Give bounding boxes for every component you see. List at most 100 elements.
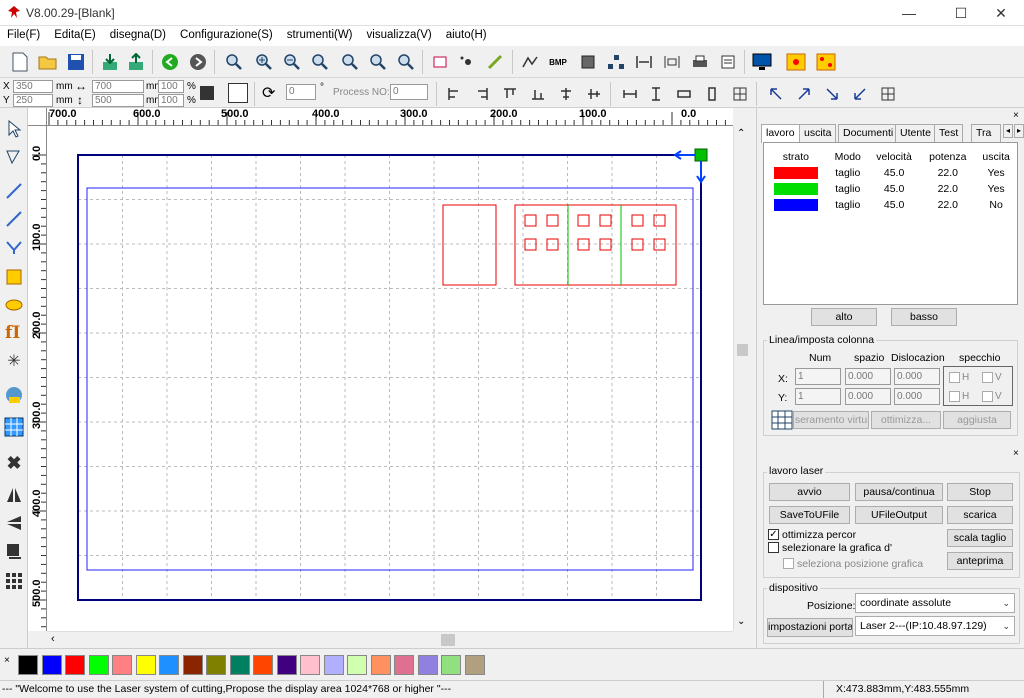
array-x-offset-field[interactable]: 0.000 bbox=[894, 368, 940, 385]
download-button[interactable]: scarica bbox=[947, 506, 1013, 524]
panel-close-icon[interactable]: × bbox=[1013, 110, 1019, 121]
grid-anchor-icon[interactable] bbox=[228, 83, 248, 103]
scroll-up-icon[interactable]: ⌃ bbox=[737, 128, 745, 139]
rotation-field[interactable]: 0 bbox=[286, 84, 316, 100]
menu-help[interactable]: aiuto(H) bbox=[439, 26, 494, 44]
scale-x-field[interactable]: 100 bbox=[158, 80, 184, 93]
lock-ratio-icon[interactable] bbox=[200, 86, 214, 100]
zoom-select-icon[interactable] bbox=[222, 50, 246, 74]
width-field[interactable]: 700 bbox=[92, 80, 144, 93]
arrow-top-right-icon[interactable] bbox=[792, 82, 816, 106]
virtual-array-button[interactable]: seramento virtu bbox=[793, 411, 869, 429]
arrow-bottom-right-icon[interactable] bbox=[820, 82, 844, 106]
rectangle-icon[interactable] bbox=[3, 266, 25, 288]
eye-icon[interactable] bbox=[456, 50, 480, 74]
zoom-page-icon[interactable] bbox=[338, 50, 362, 74]
palette-swatch[interactable] bbox=[323, 655, 344, 675]
distribute-v-icon[interactable] bbox=[660, 50, 684, 74]
export-icon[interactable] bbox=[124, 50, 148, 74]
adjust-array-button[interactable]: aggiusta bbox=[943, 411, 1011, 429]
zoom-all-icon[interactable] bbox=[394, 50, 418, 74]
center-vertical-icon[interactable] bbox=[700, 82, 724, 106]
scroll-down-icon[interactable]: ⌄ bbox=[737, 616, 745, 627]
palette-swatch[interactable] bbox=[206, 655, 226, 675]
palette-swatch[interactable] bbox=[41, 655, 62, 675]
bmp-icon[interactable]: BMP bbox=[546, 50, 570, 74]
menu-view[interactable]: visualizza(V) bbox=[360, 26, 439, 44]
palette-swatch[interactable] bbox=[441, 655, 461, 675]
printer-icon[interactable] bbox=[688, 50, 712, 74]
horizontal-scroll-thumb[interactable] bbox=[441, 634, 455, 646]
rotate-icon[interactable]: ⟳ bbox=[262, 83, 275, 103]
start-button[interactable]: avvio bbox=[769, 483, 850, 501]
zoom-out-icon[interactable] bbox=[280, 50, 304, 74]
laser-panel-close-icon[interactable]: × bbox=[1013, 448, 1019, 459]
palette-swatch[interactable] bbox=[276, 655, 297, 675]
port-settings-button[interactable]: impostazioni porta bbox=[767, 618, 853, 637]
palette-swatch[interactable] bbox=[65, 655, 85, 675]
node-icon[interactable] bbox=[604, 50, 628, 74]
tab-scroll-left-icon[interactable]: ◂ bbox=[1003, 124, 1013, 138]
close-button[interactable]: ✕ bbox=[978, 0, 1024, 26]
stop-button[interactable]: Stop bbox=[947, 483, 1013, 501]
document-list-icon[interactable] bbox=[716, 50, 740, 74]
grid-align-icon[interactable] bbox=[728, 82, 752, 106]
node-edit-icon[interactable] bbox=[3, 146, 25, 168]
array-x-space-field[interactable]: 0.000 bbox=[845, 368, 891, 385]
delete-icon[interactable]: ✖ bbox=[3, 452, 25, 474]
palette-swatch[interactable] bbox=[159, 655, 179, 675]
zoom-object-icon[interactable] bbox=[366, 50, 390, 74]
align-left-icon[interactable] bbox=[442, 82, 466, 106]
layer-list[interactable]: strato Modo velocità potenza uscita tagl… bbox=[763, 142, 1018, 305]
pause-continue-button[interactable]: pausa/continua bbox=[855, 483, 943, 501]
save-icon[interactable] bbox=[64, 50, 88, 74]
zoom-in-icon[interactable] bbox=[252, 50, 276, 74]
arrow-bottom-left-icon[interactable] bbox=[848, 82, 872, 106]
ellipse-icon[interactable] bbox=[3, 294, 25, 316]
same-width-icon[interactable] bbox=[618, 82, 642, 106]
align-center-h-icon[interactable] bbox=[554, 82, 578, 106]
palette-swatch[interactable] bbox=[394, 655, 414, 675]
red-rectangle-small[interactable] bbox=[442, 204, 497, 286]
menu-config[interactable]: Configurazione(S) bbox=[173, 26, 280, 44]
preview-button[interactable]: anteprima bbox=[947, 552, 1013, 570]
vertical-scroll-thumb[interactable] bbox=[737, 344, 748, 356]
laser-head-icon[interactable] bbox=[784, 50, 808, 74]
mirror-v-icon[interactable] bbox=[3, 512, 25, 534]
curve-tool-icon[interactable] bbox=[3, 236, 25, 258]
palette-swatch[interactable] bbox=[18, 655, 38, 675]
x-position-field[interactable]: 350 bbox=[13, 80, 53, 93]
undo-icon[interactable] bbox=[158, 50, 182, 74]
palette-swatch[interactable] bbox=[182, 655, 203, 675]
palette-swatch[interactable] bbox=[300, 655, 320, 675]
palette-swatch[interactable] bbox=[229, 655, 250, 675]
palette-swatch[interactable] bbox=[370, 655, 391, 675]
palette-swatch[interactable] bbox=[253, 655, 273, 675]
select-layer-icon[interactable] bbox=[428, 50, 452, 74]
mirror-x-v-checkbox[interactable] bbox=[982, 372, 993, 383]
curve-icon[interactable] bbox=[518, 50, 542, 74]
menu-tools[interactable]: strumenti(W) bbox=[280, 26, 360, 44]
optimize-array-button[interactable]: ottimizza... bbox=[871, 411, 941, 429]
select-position-checkbox[interactable] bbox=[783, 558, 794, 569]
palette-swatch[interactable] bbox=[347, 655, 367, 675]
import-icon[interactable] bbox=[98, 50, 122, 74]
rectangle-fill-icon[interactable] bbox=[576, 50, 600, 74]
center-icon[interactable] bbox=[876, 82, 900, 106]
text-icon[interactable]: fI bbox=[3, 320, 25, 342]
palette-close-icon[interactable]: × bbox=[4, 655, 10, 666]
tab-scroll-right-icon[interactable]: ▸ bbox=[1014, 124, 1024, 138]
align-right-icon[interactable] bbox=[470, 82, 494, 106]
menu-file[interactable]: File(F) bbox=[0, 26, 47, 44]
menu-draw[interactable]: disegna(D) bbox=[103, 26, 173, 44]
mirror-y-h-checkbox[interactable] bbox=[949, 391, 960, 402]
bitmap-tool-icon[interactable] bbox=[3, 384, 25, 406]
distribute-h-icon[interactable] bbox=[632, 50, 656, 74]
laser-device-select[interactable]: Laser 2---(IP:10.48.97.129) ⌄ bbox=[855, 616, 1015, 636]
same-size-icon[interactable] bbox=[672, 82, 696, 106]
scale-y-field[interactable]: 100 bbox=[158, 94, 184, 107]
tab-utente[interactable]: Utente bbox=[895, 124, 936, 142]
redo-icon[interactable] bbox=[186, 50, 210, 74]
polyline-icon[interactable] bbox=[3, 208, 25, 230]
array-y-space-field[interactable]: 0.000 bbox=[845, 388, 891, 405]
